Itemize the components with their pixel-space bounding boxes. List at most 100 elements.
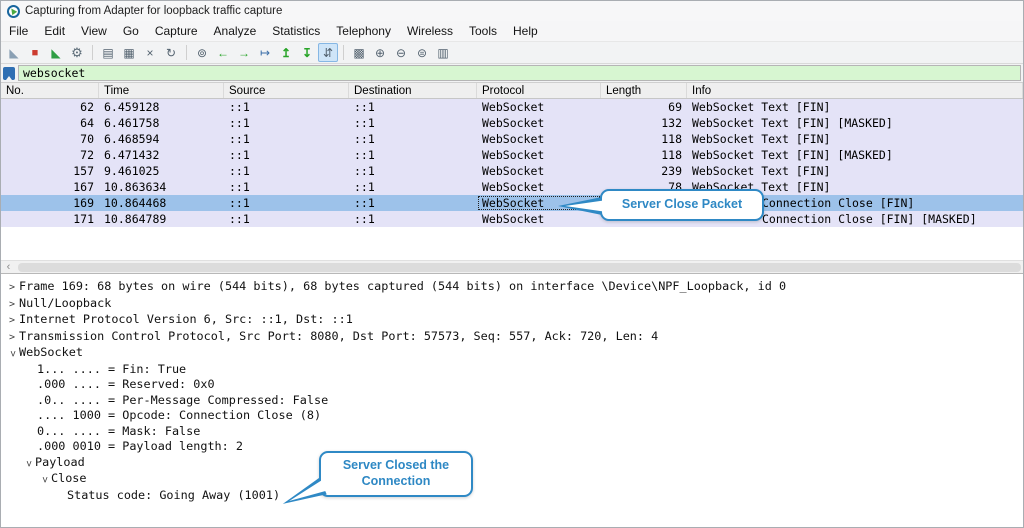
- go-back-icon[interactable]: ←: [213, 43, 233, 62]
- column-header-source[interactable]: Source: [224, 83, 349, 98]
- capture-options-icon[interactable]: ⚙: [67, 43, 87, 62]
- stop-capture-icon[interactable]: ■: [25, 43, 45, 62]
- cell-source: ::1: [224, 195, 349, 211]
- column-header-protocol[interactable]: Protocol: [477, 83, 601, 98]
- detail-payload-length[interactable]: .000 0010 = Payload length: 2: [1, 439, 1023, 455]
- detail-tcp[interactable]: Transmission Control Protocol, Src Port:…: [1, 329, 1023, 346]
- detail-text: .... 1000 = Opcode: Connection Close (8): [37, 408, 321, 424]
- menu-tools[interactable]: Tools: [461, 21, 505, 41]
- callout-text: Server Closed the Connection: [327, 458, 465, 489]
- menu-statistics[interactable]: Statistics: [264, 21, 328, 41]
- cell-protocol: WebSocket: [477, 147, 601, 163]
- horizontal-scrollbar[interactable]: [1, 260, 1023, 273]
- column-header-no[interactable]: No.: [1, 83, 99, 98]
- display-filter-input[interactable]: [18, 65, 1021, 81]
- toolbar-separator: [92, 45, 93, 60]
- cell-protocol: WebSocket: [477, 163, 601, 179]
- close-file-icon[interactable]: ×: [140, 43, 160, 62]
- detail-text: .000 .... = Reserved: 0x0: [37, 377, 215, 393]
- cell-source: ::1: [224, 115, 349, 131]
- menu-telephony[interactable]: Telephony: [328, 21, 399, 41]
- column-header-length[interactable]: Length: [601, 83, 687, 98]
- cell-no: 70: [1, 131, 99, 147]
- detail-websocket[interactable]: WebSocket: [1, 345, 1023, 362]
- menu-analyze[interactable]: Analyze: [206, 21, 265, 41]
- menu-help[interactable]: Help: [505, 21, 546, 41]
- cell-info: WebSocket Text [FIN]: [687, 131, 1023, 147]
- cell-time: 6.468594: [99, 131, 224, 147]
- detail-fin-bit[interactable]: 1... .... = Fin: True: [1, 362, 1023, 378]
- filter-bar: [1, 64, 1023, 83]
- cell-protocol: WebSocket: [477, 131, 601, 147]
- column-header-destination[interactable]: Destination: [349, 83, 477, 98]
- menu-view[interactable]: View: [73, 21, 115, 41]
- menu-file[interactable]: File: [1, 21, 36, 41]
- expander-collapsed-icon[interactable]: [5, 312, 19, 329]
- callout-tail: [565, 200, 607, 212]
- restart-capture-icon[interactable]: ◣: [46, 43, 66, 62]
- detail-opcode[interactable]: .... 1000 = Opcode: Connection Close (8): [1, 408, 1023, 424]
- find-packet-icon[interactable]: ⊚: [192, 43, 212, 62]
- expander-collapsed-icon[interactable]: [5, 296, 19, 313]
- toolbar-separator: [186, 45, 187, 60]
- scrollbar-thumb[interactable]: [18, 263, 1021, 272]
- go-forward-icon[interactable]: →: [234, 43, 254, 62]
- detail-null-loopback[interactable]: Null/Loopback: [1, 296, 1023, 313]
- cell-time: 10.864468: [99, 195, 224, 211]
- cell-destination: ::1: [349, 195, 477, 211]
- detail-payload[interactable]: Payload: [17, 455, 1023, 472]
- detail-mask-bit[interactable]: 0... .... = Mask: False: [1, 424, 1023, 440]
- go-first-packet-icon[interactable]: ↥: [276, 43, 296, 62]
- cell-no: 72: [1, 147, 99, 163]
- cell-time: 10.863634: [99, 179, 224, 195]
- detail-frame[interactable]: Frame 169: 68 bytes on wire (544 bits), …: [1, 279, 1023, 296]
- column-header-time[interactable]: Time: [99, 83, 224, 98]
- packet-row-72[interactable]: 72 6.471432 ::1 ::1 WebSocket 118 WebSoc…: [1, 147, 1023, 163]
- scroll-left-icon[interactable]: [1, 261, 16, 274]
- resize-columns-icon[interactable]: ▥: [433, 43, 453, 62]
- save-file-icon[interactable]: ▦: [119, 43, 139, 62]
- packet-row-171[interactable]: 171 10.864789 ::1 ::1 WebSocket Connecti…: [1, 211, 1023, 227]
- go-to-packet-icon[interactable]: ↦: [255, 43, 275, 62]
- cell-info: WebSocket Text [FIN]: [687, 99, 1023, 115]
- detail-ipv6[interactable]: Internet Protocol Version 6, Src: ::1, D…: [1, 312, 1023, 329]
- packet-row-62[interactable]: 62 6.459128 ::1 ::1 WebSocket 69 WebSock…: [1, 99, 1023, 115]
- packet-row-157[interactable]: 157 9.461025 ::1 ::1 WebSocket 239 WebSo…: [1, 163, 1023, 179]
- cell-destination: ::1: [349, 99, 477, 115]
- packet-row-64[interactable]: 64 6.461758 ::1 ::1 WebSocket 132 WebSoc…: [1, 115, 1023, 131]
- packet-row-167[interactable]: 167 10.863634 ::1 ::1 WebSocket 78 WebSo…: [1, 179, 1023, 195]
- menu-go[interactable]: Go: [115, 21, 147, 41]
- expander-expanded-icon[interactable]: [21, 455, 35, 472]
- expander-expanded-icon[interactable]: [37, 471, 51, 488]
- zoom-out-icon[interactable]: ⊖: [391, 43, 411, 62]
- packet-row-169-selected[interactable]: 169 10.864468 ::1 ::1 WebSocket Connecti…: [1, 195, 1023, 211]
- zoom-in-icon[interactable]: ⊕: [370, 43, 390, 62]
- cell-protocol: WebSocket: [477, 115, 601, 131]
- callout-text: Server Close Packet: [622, 197, 742, 213]
- menu-edit[interactable]: Edit: [36, 21, 73, 41]
- go-last-packet-icon[interactable]: ↧: [297, 43, 317, 62]
- start-capture-icon[interactable]: ◣: [4, 43, 24, 62]
- cell-destination: ::1: [349, 163, 477, 179]
- cell-source: ::1: [224, 211, 349, 227]
- expander-expanded-icon[interactable]: [5, 345, 19, 362]
- detail-compressed-bit[interactable]: .0.. .... = Per-Message Compressed: Fals…: [1, 393, 1023, 409]
- main-toolbar: ◣ ■ ◣ ⚙ ▤ ▦ × ↻ ⊚ ← → ↦ ↥ ↧ ⇵ ▩ ⊕ ⊖ ⊜ ▥: [1, 41, 1023, 64]
- menu-capture[interactable]: Capture: [147, 21, 206, 41]
- expander-collapsed-icon[interactable]: [5, 279, 19, 296]
- detail-reserved-bits[interactable]: .000 .... = Reserved: 0x0: [1, 377, 1023, 393]
- open-file-icon[interactable]: ▤: [98, 43, 118, 62]
- detail-status-code[interactable]: Status code: Going Away (1001): [1, 488, 1023, 504]
- menu-wireless[interactable]: Wireless: [399, 21, 461, 41]
- auto-scroll-icon[interactable]: ⇵: [318, 43, 338, 62]
- column-header-info[interactable]: Info: [687, 83, 1023, 98]
- filter-bookmark-icon[interactable]: [3, 67, 15, 80]
- expander-collapsed-icon[interactable]: [5, 329, 19, 346]
- packet-list: 62 6.459128 ::1 ::1 WebSocket 69 WebSock…: [1, 99, 1023, 227]
- reload-icon[interactable]: ↻: [161, 43, 181, 62]
- colorize-icon[interactable]: ▩: [349, 43, 369, 62]
- detail-close[interactable]: Close: [33, 471, 1023, 488]
- cell-time: 10.864789: [99, 211, 224, 227]
- packet-row-70[interactable]: 70 6.468594 ::1 ::1 WebSocket 118 WebSoc…: [1, 131, 1023, 147]
- zoom-reset-icon[interactable]: ⊜: [412, 43, 432, 62]
